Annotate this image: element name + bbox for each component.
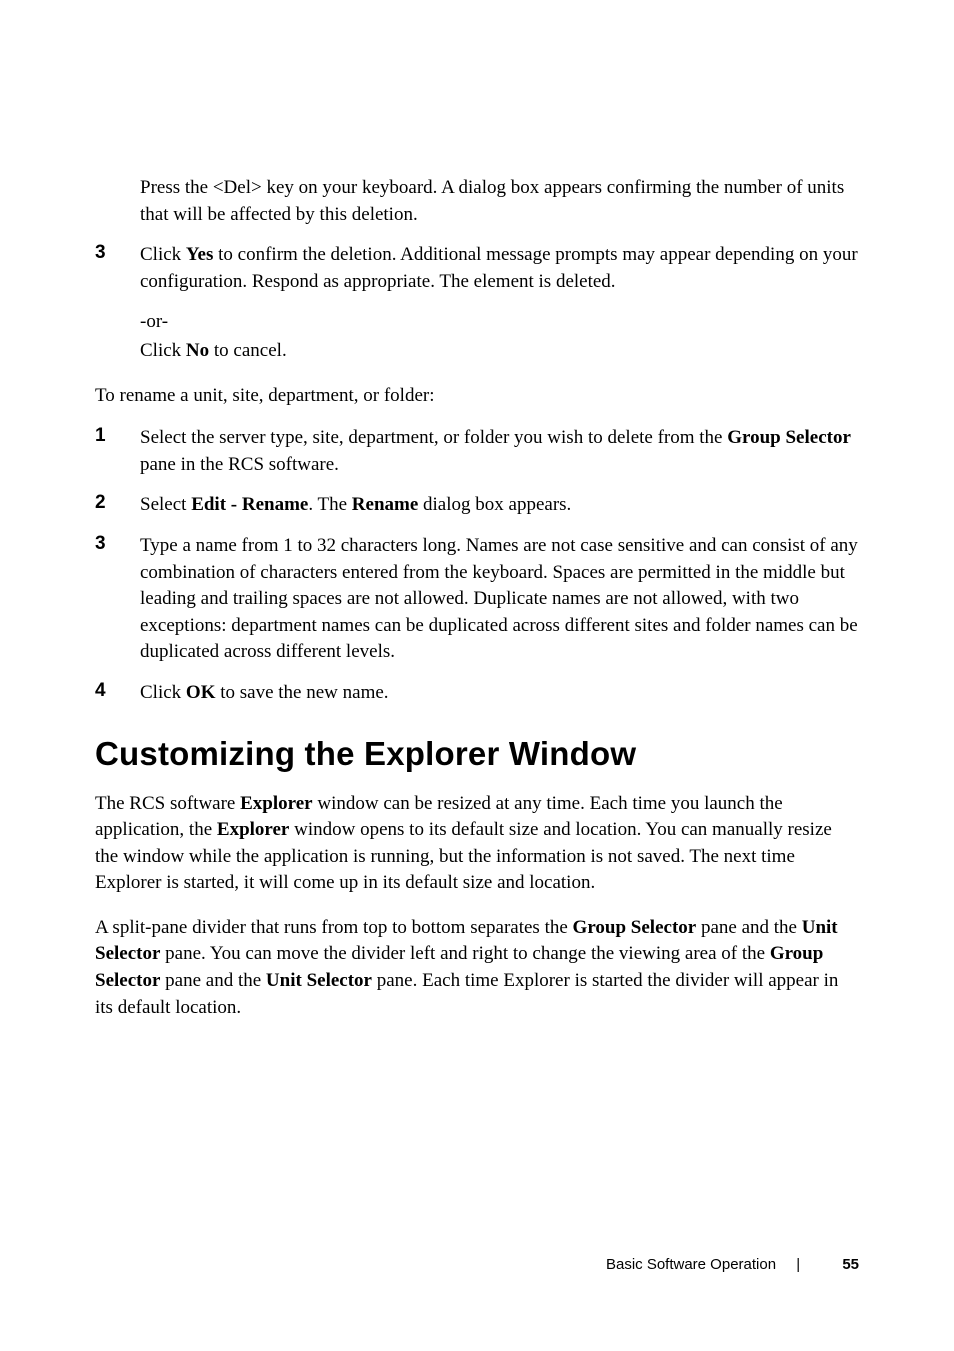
paragraph-1: The RCS software Explorer window can be … <box>95 791 859 897</box>
text: to confirm the deletion. Additional mess… <box>140 244 858 292</box>
step-3: 3 Click Yes to confirm the deletion. Add… <box>95 242 859 295</box>
text: dialog box appears. <box>418 494 571 515</box>
step-number: 1 <box>95 425 140 478</box>
no-label: No <box>186 340 209 361</box>
rename-step-3: 3 Type a name from 1 to 32 characters lo… <box>95 533 859 666</box>
text: . The <box>308 494 351 515</box>
group-selector-label: Group Selector <box>727 427 851 448</box>
step-body: Select the server type, site, department… <box>140 425 859 478</box>
text: pane. You can move the divider left and … <box>160 943 769 964</box>
group-selector-label: Group Selector <box>573 917 697 938</box>
rename-step-1: 1 Select the server type, site, departme… <box>95 425 859 478</box>
step-number: 3 <box>95 242 140 295</box>
yes-label: Yes <box>186 244 213 265</box>
text: to save the new name. <box>215 682 388 703</box>
step-number: 3 <box>95 533 140 666</box>
explorer-label: Explorer <box>240 793 312 814</box>
rename-intro: To rename a unit, site, department, or f… <box>95 383 859 410</box>
or-alternative: Click No to cancel. <box>140 338 859 365</box>
text: Select <box>140 494 191 515</box>
text: to cancel. <box>209 340 287 361</box>
paragraph-2: A split-pane divider that runs from top … <box>95 915 859 1021</box>
ok-label: OK <box>186 682 216 703</box>
step-body: Type a name from 1 to 32 characters long… <box>140 533 859 666</box>
continuation-text: Press the <Del> key on your keyboard. A … <box>140 175 859 228</box>
section-heading: Customizing the Explorer Window <box>95 735 859 773</box>
text: pane in the RCS software. <box>140 454 339 475</box>
rename-step-4: 4 Click OK to save the new name. <box>95 680 859 707</box>
step-body: Click OK to save the new name. <box>140 680 389 707</box>
rename-step-2: 2 Select Edit - Rename. The Rename dialo… <box>95 492 859 519</box>
text: The RCS software <box>95 793 240 814</box>
text: pane and the <box>696 917 802 938</box>
unit-selector-label: Unit Selector <box>266 970 372 991</box>
step-number: 2 <box>95 492 140 519</box>
step-body: Click Yes to confirm the deletion. Addit… <box>140 242 859 295</box>
page-footer: Basic Software Operation | 55 <box>606 1256 859 1273</box>
text: A split-pane divider that runs from top … <box>95 917 573 938</box>
text: Click <box>140 244 186 265</box>
rename-label: Rename <box>352 494 418 515</box>
text: Click <box>140 682 186 703</box>
step-body: Select Edit - Rename. The Rename dialog … <box>140 492 571 519</box>
page-number: 55 <box>842 1256 859 1273</box>
text: Click <box>140 340 186 361</box>
edit-rename-label: Edit - Rename <box>191 494 308 515</box>
footer-separator: | <box>796 1256 800 1273</box>
or-text: -or- <box>140 309 859 336</box>
text: pane and the <box>160 970 266 991</box>
step-number: 4 <box>95 680 140 707</box>
text: Select the server type, site, department… <box>140 427 727 448</box>
footer-section: Basic Software Operation <box>606 1256 776 1273</box>
explorer-label: Explorer <box>217 819 289 840</box>
